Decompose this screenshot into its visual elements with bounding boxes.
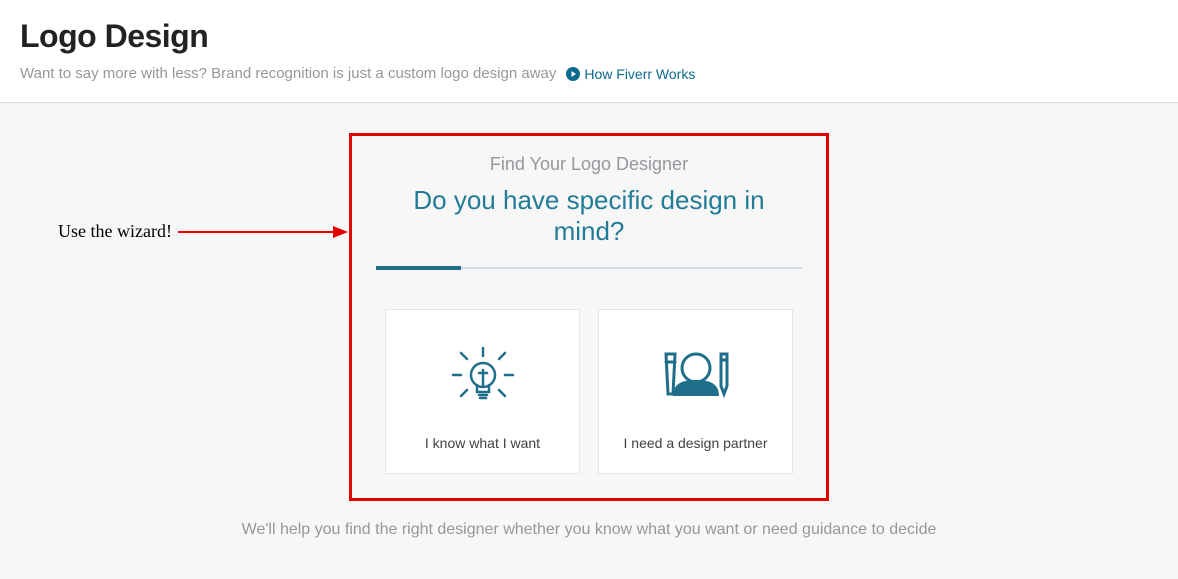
- play-icon: [566, 67, 580, 81]
- progress-fill: [376, 266, 461, 270]
- wizard-question: Do you have specific design in mind?: [376, 185, 802, 247]
- page-title: Logo Design: [20, 18, 1158, 55]
- helper-text: We'll help you find the right designer w…: [0, 521, 1178, 539]
- page-subtext: Want to say more with less? Brand recogn…: [20, 65, 556, 82]
- lightbulb-icon: [443, 330, 523, 420]
- page-subline: Want to say more with less? Brand recogn…: [20, 65, 1158, 82]
- option-cards: I know what I want: [376, 309, 802, 474]
- option-know-label: I know what I want: [425, 435, 540, 451]
- page-header: Logo Design Want to say more with less? …: [0, 0, 1178, 103]
- how-link[interactable]: How Fiverr Works: [566, 66, 695, 82]
- wizard-box: Find Your Logo Designer Do you have spec…: [349, 133, 829, 501]
- wizard-subtitle: Find Your Logo Designer: [376, 154, 802, 175]
- annotation: Use the wizard!: [58, 221, 348, 242]
- option-know-card[interactable]: I know what I want: [385, 309, 580, 474]
- option-partner-card[interactable]: I need a design partner: [598, 309, 793, 474]
- annotation-label: Use the wizard!: [58, 221, 172, 242]
- how-link-label: How Fiverr Works: [584, 66, 695, 82]
- wizard-section: Use the wizard! Find Your Logo Designer …: [0, 103, 1178, 579]
- design-partner-icon: [651, 330, 741, 420]
- progress-bar: [376, 267, 802, 269]
- arrow-icon: [178, 222, 348, 242]
- option-partner-label: I need a design partner: [624, 435, 768, 451]
